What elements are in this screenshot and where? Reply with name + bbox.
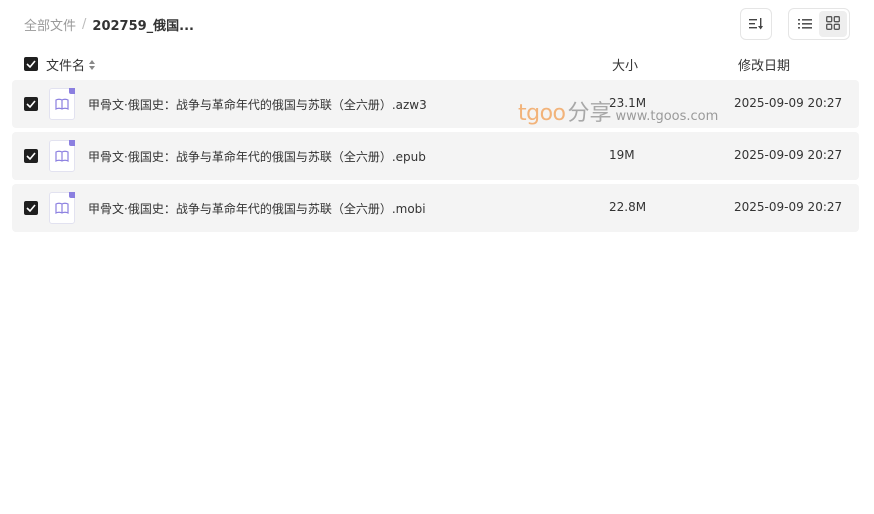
top-bar: 全部文件 / 202759_俄国... [0, 0, 874, 50]
file-row[interactable]: 甲骨文·俄国史：战争与革命年代的俄国与苏联（全六册）.mobi 22.8M 20… [12, 184, 859, 232]
file-size: 22.8M [609, 200, 647, 214]
file-modified-date: 2025-09-09 20:27 [734, 96, 843, 110]
table-header: 文件名 大小 修改日期 [12, 50, 859, 78]
row-checkbox[interactable] [24, 201, 38, 215]
column-header-name-label: 文件名 [46, 59, 86, 74]
file-modified-date: 2025-09-09 20:27 [734, 148, 843, 162]
file-row[interactable]: 甲骨文·俄国史：战争与革命年代的俄国与苏联（全六册）.azw3 23.1M 20… [12, 80, 859, 128]
row-checkbox[interactable] [24, 149, 38, 163]
sort-caret-icon [89, 59, 96, 70]
breadcrumb: 全部文件 / 202759_俄国... [24, 15, 194, 34]
list-view-icon [798, 15, 812, 34]
file-size: 23.1M [609, 96, 647, 110]
grid-view-icon [826, 15, 840, 34]
column-header-date[interactable]: 修改日期 [738, 55, 790, 74]
list-view-button[interactable] [791, 11, 819, 37]
breadcrumb-current-folder: 202759_俄国... [92, 19, 194, 34]
ebook-file-icon [49, 140, 75, 172]
column-header-name[interactable]: 文件名 [46, 55, 96, 74]
view-toggle [788, 8, 850, 40]
sort-button[interactable] [740, 8, 772, 40]
select-all-checkbox[interactable] [24, 57, 38, 71]
row-checkbox[interactable] [24, 97, 38, 111]
file-name[interactable]: 甲骨文·俄国史：战争与革命年代的俄国与苏联（全六册）.mobi [88, 200, 426, 217]
column-header-size[interactable]: 大小 [612, 55, 638, 74]
grid-view-button[interactable] [819, 11, 847, 37]
file-name[interactable]: 甲骨文·俄国史：战争与革命年代的俄国与苏联（全六册）.azw3 [88, 96, 427, 113]
file-modified-date: 2025-09-09 20:27 [734, 200, 843, 214]
sort-icon [749, 15, 763, 34]
ebook-file-icon [49, 88, 75, 120]
breadcrumb-root-link[interactable]: 全部文件 [24, 15, 76, 34]
ebook-file-icon [49, 192, 75, 224]
file-name[interactable]: 甲骨文·俄国史：战争与革命年代的俄国与苏联（全六册）.epub [88, 148, 426, 165]
file-size: 19M [609, 148, 635, 162]
breadcrumb-separator: / [82, 17, 87, 32]
file-row[interactable]: 甲骨文·俄国史：战争与革命年代的俄国与苏联（全六册）.epub 19M 2025… [12, 132, 859, 180]
